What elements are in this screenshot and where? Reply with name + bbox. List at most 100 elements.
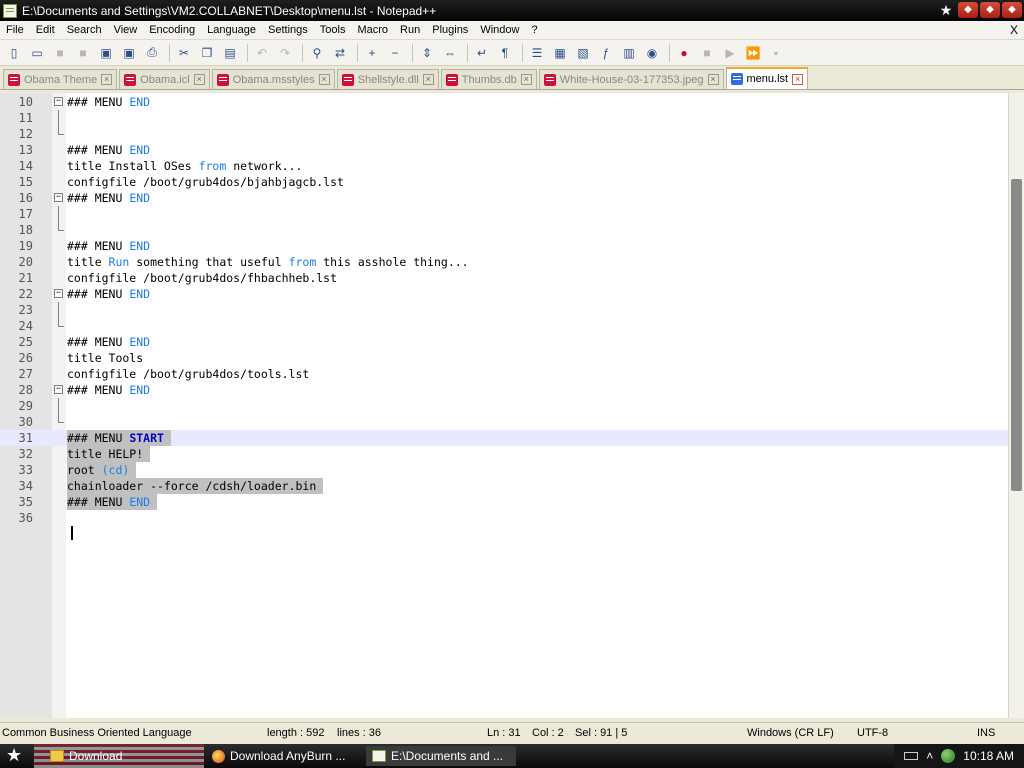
fold-toggle-icon[interactable]: − xyxy=(54,193,63,202)
redo-icon[interactable]: ↷ xyxy=(275,43,295,63)
open-file-icon[interactable]: ▭ xyxy=(27,43,47,63)
save-all-icon[interactable]: ■ xyxy=(73,43,93,63)
play-macro-icon[interactable]: ▶ xyxy=(720,43,740,63)
cut-icon[interactable]: ✂ xyxy=(174,43,194,63)
editor-line[interactable]: 18 xyxy=(0,222,1008,238)
editor-line[interactable]: 19 ### MENU END xyxy=(0,238,1008,254)
play-multiple-icon[interactable]: ⏩ xyxy=(743,43,763,63)
copy-icon[interactable]: ❐ xyxy=(197,43,217,63)
folder-workspace-icon[interactable]: ▥ xyxy=(619,43,639,63)
close-all-icon[interactable]: ▣ xyxy=(119,43,139,63)
function-list-icon[interactable]: ƒ xyxy=(596,43,616,63)
editor-line[interactable]: 13 ### MENU END xyxy=(0,142,1008,158)
tab-obama-msstyles[interactable]: Obama.msstyles × xyxy=(211,69,335,89)
undo-icon[interactable]: ↶ xyxy=(252,43,272,63)
menu-plugins[interactable]: Plugins xyxy=(426,21,474,40)
editor-line[interactable]: 22 − ### MENU END xyxy=(0,286,1008,302)
editor-line[interactable]: 15 configfile /boot/grub4dos/bjahbjagcb.l… xyxy=(0,174,1008,190)
menu-view[interactable]: View xyxy=(108,21,144,40)
code-editor[interactable]: 10− ### MENU END 11 12 13 ### MENU END 14 title… xyxy=(0,93,1008,718)
taskbar-item-notepad[interactable]: E:\Documents and ... xyxy=(366,746,516,766)
tab-close-icon[interactable]: × xyxy=(101,74,113,85)
editor-line[interactable]: 28 − ### MENU END xyxy=(0,382,1008,398)
editor-line[interactable]: 33 root (cd) xyxy=(0,462,1008,478)
status-eol[interactable]: Windows (CR LF) xyxy=(747,727,834,739)
editor-line[interactable]: 16 − ### MENU END xyxy=(0,190,1008,206)
tab-thumbs-db[interactable]: Thumbs.db × xyxy=(440,69,537,89)
editor-line[interactable]: 27 configfile /boot/grub4dos/tools.lst xyxy=(0,366,1008,382)
indent-guide-icon[interactable]: ☰ xyxy=(527,43,547,63)
word-wrap-icon[interactable]: ↵ xyxy=(472,43,492,63)
save-icon[interactable]: ■ xyxy=(50,43,70,63)
fold-toggle-icon[interactable]: − xyxy=(54,385,63,394)
minimize-button[interactable]: ◆ xyxy=(958,2,978,18)
taskbar-item-download[interactable]: Download xyxy=(44,746,194,766)
editor-line[interactable]: 31 ### MENU START xyxy=(0,430,1008,446)
menu-file[interactable]: File xyxy=(0,21,30,40)
sync-v-icon[interactable]: ⇕ xyxy=(417,43,437,63)
fold-toggle-icon[interactable]: − xyxy=(54,97,63,106)
menu-encoding[interactable]: Encoding xyxy=(143,21,201,40)
new-file-icon[interactable]: ▯ xyxy=(4,43,24,63)
tab-obama-icl[interactable]: Obama.icl × xyxy=(119,69,210,89)
scrollbar-thumb[interactable] xyxy=(1011,179,1022,491)
tab-close-icon[interactable]: × xyxy=(707,74,719,85)
star-icon[interactable]: ★ xyxy=(936,2,956,18)
menu-window[interactable]: Window xyxy=(474,21,525,40)
editor-line[interactable]: 32 title HELP! xyxy=(0,446,1008,462)
save-macro-icon[interactable]: ▪ xyxy=(766,43,786,63)
clock[interactable]: 10:18 AM xyxy=(963,749,1014,763)
doc-map-icon[interactable]: ▧ xyxy=(573,43,593,63)
editor-line[interactable]: 30 xyxy=(0,414,1008,430)
editor-line[interactable]: 20 title Run something that useful from t… xyxy=(0,254,1008,270)
editor-line[interactable]: 26 title Tools xyxy=(0,350,1008,366)
paste-icon[interactable]: ▤ xyxy=(220,43,240,63)
stop-record-icon[interactable]: ■ xyxy=(697,43,717,63)
tray-chevron-icon[interactable]: ˄ xyxy=(926,749,933,763)
taskbar-item-anyburn[interactable]: Download AnyBurn ... xyxy=(206,746,362,766)
close-document-button[interactable]: X xyxy=(1010,21,1018,40)
close-icon[interactable]: ▣ xyxy=(96,43,116,63)
start-button[interactable]: ★ xyxy=(6,745,22,766)
menu-language[interactable]: Language xyxy=(201,21,262,40)
keyboard-icon[interactable] xyxy=(904,752,919,760)
editor-line[interactable]: 25 ### MENU END xyxy=(0,334,1008,350)
tab-shellstyle-dll[interactable]: Shellstyle.dll × xyxy=(336,69,439,89)
close-button[interactable]: ◆ xyxy=(1002,2,1022,18)
vertical-scrollbar[interactable] xyxy=(1008,93,1024,718)
editor-line[interactable]: 36 xyxy=(0,510,1008,526)
menu-search[interactable]: Search xyxy=(61,21,108,40)
editor-line[interactable]: 24 xyxy=(0,318,1008,334)
editor-line[interactable]: 11 xyxy=(0,110,1008,126)
zoom-out-icon[interactable]: − xyxy=(385,43,405,63)
menu-tools[interactable]: Tools xyxy=(314,21,352,40)
tab-menu-lst[interactable]: menu.lst × xyxy=(725,67,809,89)
monitor-icon[interactable]: ◉ xyxy=(642,43,662,63)
tab-close-icon[interactable]: × xyxy=(193,74,205,85)
menu-macro[interactable]: Macro xyxy=(351,21,394,40)
editor-line[interactable]: 23 xyxy=(0,302,1008,318)
tab-white-house-jpeg[interactable]: White-House-03-177353.jpeg × xyxy=(538,69,724,89)
tab-close-icon[interactable]: × xyxy=(792,73,804,85)
status-encoding[interactable]: UTF-8 xyxy=(857,727,888,739)
menu-edit[interactable]: Edit xyxy=(30,21,61,40)
tab-close-icon[interactable]: × xyxy=(422,74,434,85)
editor-line[interactable]: 21 configfile /boot/grub4dos/fhbachheb.ls… xyxy=(0,270,1008,286)
tab-close-icon[interactable]: × xyxy=(318,74,330,85)
find-icon[interactable]: ⚲ xyxy=(307,43,327,63)
network-icon[interactable] xyxy=(941,749,956,763)
print-icon[interactable]: ⎙ xyxy=(142,43,162,63)
tab-close-icon[interactable]: × xyxy=(520,74,532,85)
fold-toggle-icon[interactable]: − xyxy=(54,289,63,298)
menu-run[interactable]: Run xyxy=(394,21,426,40)
menu-settings[interactable]: Settings xyxy=(262,21,314,40)
editor-line[interactable]: 14 title Install OSes from network... xyxy=(0,158,1008,174)
notepad-plus-plus-icon[interactable] xyxy=(3,3,17,18)
zoom-in-icon[interactable]: + xyxy=(362,43,382,63)
editor-line[interactable]: 17 xyxy=(0,206,1008,222)
status-insert-mode[interactable]: INS xyxy=(977,727,995,739)
editor-line[interactable]: 34 chainloader --force /cdsh/loader.bin xyxy=(0,478,1008,494)
editor-line[interactable]: 29 xyxy=(0,398,1008,414)
menu-help[interactable]: ? xyxy=(525,21,543,40)
editor-line[interactable]: 10 − ### MENU END xyxy=(0,94,1008,110)
